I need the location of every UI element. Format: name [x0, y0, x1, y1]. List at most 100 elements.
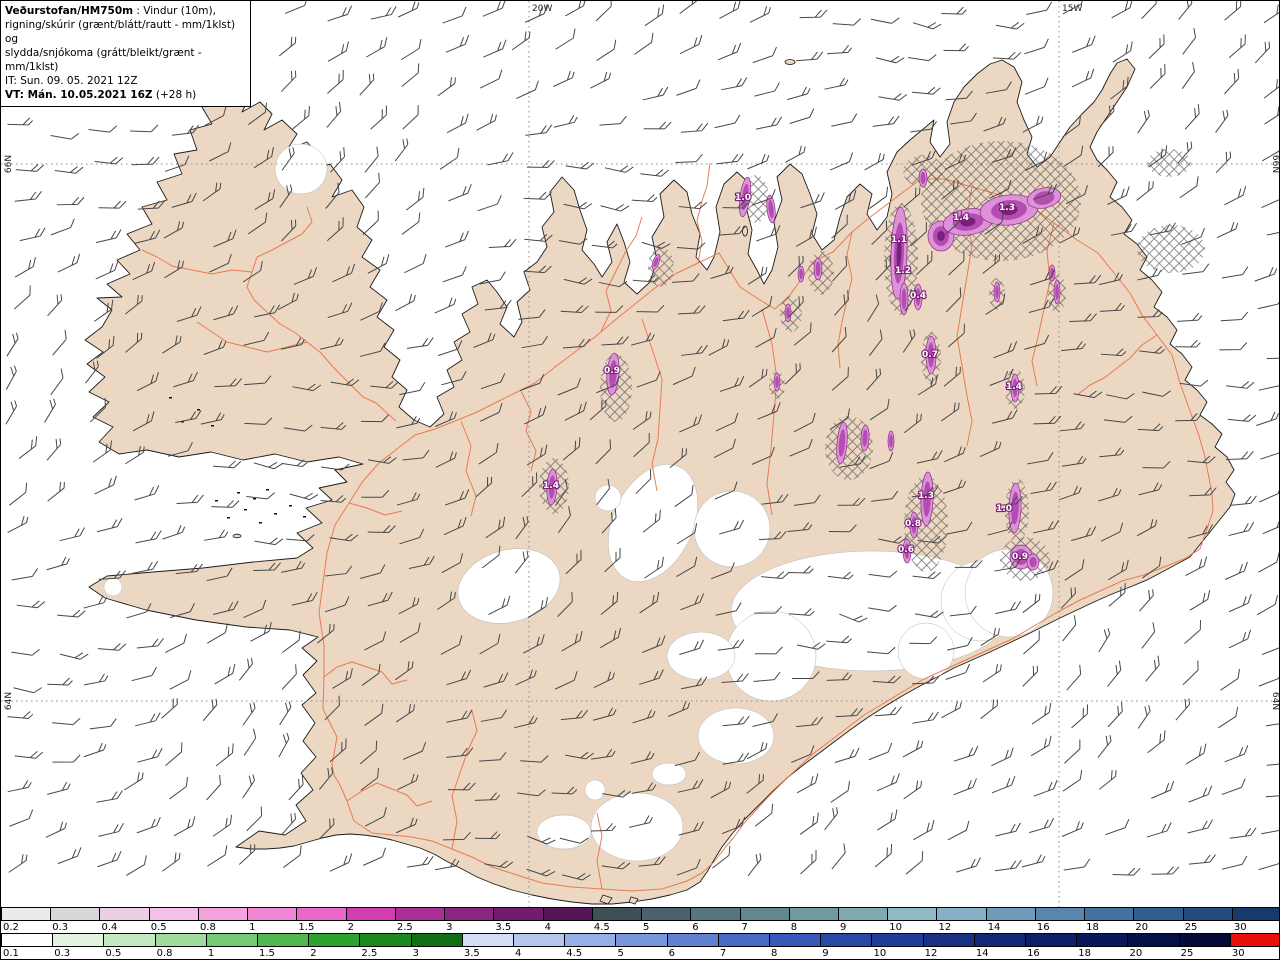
- threshold-label: 3.5: [495, 922, 512, 933]
- color-swatch: [257, 933, 309, 947]
- colorbar-cell: 0.1: [1, 933, 53, 959]
- threshold-label: 3: [446, 922, 453, 933]
- precip-cell: [899, 282, 909, 316]
- glacier-patch: [651, 762, 687, 786]
- color-swatch: [837, 907, 888, 921]
- color-swatch: [308, 933, 360, 947]
- colorbar-cell: 25: [1182, 907, 1232, 933]
- precip-cell: [887, 430, 895, 452]
- colorbar-cell: 14: [973, 933, 1026, 959]
- colorbar-cell: 0.3: [50, 907, 100, 933]
- precip-value-label: 1.3: [999, 203, 1015, 213]
- color-swatch: [615, 933, 667, 947]
- color-swatch: [1, 933, 53, 947]
- colorbar-cell: 0.2: [1, 907, 51, 933]
- color-swatch: [922, 933, 974, 947]
- color-swatch: [444, 907, 494, 921]
- color-swatch: [493, 907, 543, 921]
- colorbar-cell: 2.5: [359, 933, 411, 959]
- product-line: Veðurstofan/HM750m : Vindur (10m),: [5, 5, 216, 17]
- chart-title-box: Veðurstofan/HM750m : Vindur (10m), rigni…: [1, 1, 251, 107]
- threshold-label: 4.5: [566, 948, 583, 959]
- threshold-label: 3: [412, 948, 419, 959]
- color-swatch: [247, 907, 297, 921]
- color-swatch: [871, 933, 923, 947]
- threshold-label: 20: [1135, 922, 1149, 933]
- threshold-label: 1: [207, 948, 215, 959]
- precip-value-label: 1.2: [895, 266, 911, 276]
- threshold-label: 6: [668, 948, 676, 959]
- threshold-label: 0.2: [3, 922, 19, 933]
- precip-cell: [1053, 279, 1061, 305]
- threshold-label: 0.5: [150, 922, 167, 933]
- legend-description-line-2: slydda/snjókoma (grátt/bleikt/grænt - mm…: [5, 47, 202, 73]
- color-swatch: [345, 907, 395, 921]
- color-swatch: [1, 907, 51, 921]
- threshold-label: 14: [987, 922, 1001, 933]
- color-swatch: [50, 907, 100, 921]
- color-swatch: [1133, 907, 1183, 921]
- threshold-label: 25: [1184, 922, 1198, 933]
- threshold-label: 1: [249, 922, 256, 933]
- colorbar-cell: 3: [410, 933, 462, 959]
- colorbar-cell: 4.5: [564, 933, 616, 959]
- glacier-patch: [584, 779, 606, 801]
- threshold-label: 2: [310, 948, 317, 959]
- threshold-label: 10: [873, 948, 887, 959]
- color-swatch: [99, 907, 149, 921]
- colorbar-cell: 3.5: [493, 907, 543, 933]
- color-swatch: [1229, 933, 1279, 947]
- color-swatch: [52, 933, 104, 947]
- precip-cell: [784, 303, 792, 323]
- threshold-label: 4.5: [593, 922, 610, 933]
- color-swatch: [1182, 907, 1232, 921]
- glacier-patch: [725, 610, 817, 702]
- colorbar-cell: 1: [247, 907, 297, 933]
- colorbar-sleet-snow: 0.2 0.3 0.4 0.5 0.8 1 1.5 2 2.5 3 3.5 4 4.5 5 6 7 8 9 10 12…: [1, 907, 1279, 933]
- colorbar-cell: 25: [1178, 933, 1230, 959]
- grid-label: 64N: [4, 692, 14, 710]
- colorbar-cell: 16: [1025, 933, 1077, 959]
- grid-label: 66N: [4, 155, 14, 173]
- color-swatch: [936, 907, 986, 921]
- color-swatch: [717, 933, 770, 947]
- precip-value-label: 1.1: [891, 235, 907, 245]
- glacier-patch: [697, 707, 775, 765]
- threshold-label: 1.5: [298, 922, 315, 933]
- precip-cell: [993, 281, 1001, 303]
- glacier-patch: [103, 577, 123, 597]
- colorbar-cell: 4.5: [591, 907, 642, 933]
- color-swatch: [296, 907, 346, 921]
- glacier-patch: [897, 622, 955, 680]
- precip-cell: [773, 372, 781, 392]
- precip-cell: [813, 257, 823, 281]
- grid-label: 20W: [532, 4, 552, 14]
- colorbar-cell: 3.5: [461, 933, 514, 959]
- threshold-label: 0.8: [156, 948, 173, 959]
- weather-chart-window: 20W 15W 66N 66N 64N 64N 1.1 1.2 1.4 1.3 0.4: [0, 0, 1280, 960]
- colorbar-cell: 8: [788, 907, 838, 933]
- threshold-label: 16: [1036, 922, 1050, 933]
- threshold-label: 1.5: [259, 948, 275, 959]
- threshold-label: 3.5: [463, 948, 480, 959]
- colorbar-cell: 7: [717, 933, 770, 959]
- color-swatch: [359, 933, 411, 947]
- colorbar-cell: 9: [837, 907, 888, 933]
- colorbar-cell: 2: [345, 907, 395, 933]
- colorbar-cell: 10: [871, 933, 923, 959]
- color-swatch: [985, 907, 1035, 921]
- color-swatch: [641, 907, 691, 921]
- colorbar-cell: 8: [769, 933, 821, 959]
- color-swatch: [788, 907, 838, 921]
- color-swatch: [666, 933, 718, 947]
- threshold-label: 2.5: [361, 948, 378, 959]
- precip-value-label: 1.0: [735, 193, 751, 203]
- colorbar-cell: 0.3: [52, 933, 104, 959]
- colorbar-cell: 20: [1133, 907, 1183, 933]
- colorbar-cell: 30: [1229, 933, 1279, 959]
- threshold-label: 20: [1129, 948, 1143, 959]
- precip-cell: [797, 265, 805, 283]
- colorbar-cell: 18: [1084, 907, 1134, 933]
- color-swatch: [973, 933, 1026, 947]
- threshold-label: 0.4: [101, 922, 118, 933]
